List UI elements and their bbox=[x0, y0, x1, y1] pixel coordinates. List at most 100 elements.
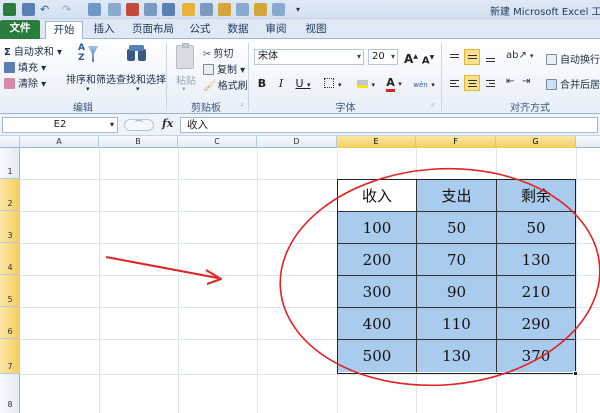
table-cell[interactable]: 130 bbox=[497, 244, 575, 276]
tab-file[interactable]: 文件 bbox=[0, 20, 40, 39]
find-dropdown-arrow[interactable]: ▾ bbox=[136, 85, 140, 93]
table-cell[interactable]: 130 bbox=[417, 340, 497, 372]
align-right-button[interactable] bbox=[482, 75, 498, 91]
format-painter-button[interactable]: 🖌 格式刷 bbox=[203, 77, 248, 92]
fill-handle[interactable] bbox=[573, 371, 578, 376]
table-cell[interactable]: 100 bbox=[338, 212, 417, 244]
table-cell[interactable]: 70 bbox=[417, 244, 497, 276]
column-header-overflow[interactable] bbox=[576, 136, 600, 148]
tab-insert[interactable]: 插入 bbox=[90, 21, 118, 39]
cut-button[interactable]: ✂ 剪切 bbox=[203, 45, 233, 60]
toolbar-icon-8[interactable] bbox=[218, 3, 231, 16]
phonetic-guide-button[interactable]: wén ▾ bbox=[410, 76, 438, 91]
binoculars-icon[interactable] bbox=[126, 45, 148, 63]
toolbar-icon-7[interactable] bbox=[200, 3, 213, 16]
redo-icon[interactable]: ↷ bbox=[62, 3, 75, 16]
toolbar-icon-10[interactable] bbox=[254, 3, 267, 16]
row-header-2[interactable]: 2 bbox=[0, 179, 20, 211]
save-icon[interactable] bbox=[22, 3, 35, 16]
column-header-c[interactable]: C bbox=[178, 136, 257, 148]
shrink-font-button[interactable]: A▼ bbox=[421, 50, 435, 66]
bold-button[interactable]: B bbox=[255, 76, 269, 91]
toolbar-icon-6[interactable] bbox=[182, 3, 195, 16]
font-color-button[interactable]: A ▾ bbox=[383, 75, 405, 92]
orientation-button[interactable]: ab↗ ▾ bbox=[506, 50, 534, 61]
clear-button[interactable]: 清除 ▾ bbox=[4, 75, 46, 90]
column-header-f[interactable]: F bbox=[416, 136, 496, 148]
sort-filter-icon[interactable]: A Z bbox=[78, 43, 100, 65]
toolbar-icon-3[interactable] bbox=[126, 3, 139, 16]
customize-toolbar-icon[interactable]: ▾ bbox=[296, 3, 309, 16]
tab-review[interactable]: 审阅 bbox=[262, 21, 290, 39]
decrease-indent-button[interactable]: ⇤ bbox=[506, 76, 514, 87]
grow-font-button[interactable]: A▲ bbox=[404, 49, 418, 66]
borders-button[interactable]: ▾ bbox=[322, 76, 344, 91]
italic-button[interactable]: I bbox=[274, 76, 288, 91]
font-launcher-icon[interactable]: ⌟ bbox=[431, 99, 434, 107]
clipboard-launcher-icon[interactable]: ⌟ bbox=[240, 99, 243, 107]
table-cell[interactable]: 200 bbox=[338, 244, 417, 276]
table-cell[interactable]: 290 bbox=[497, 308, 575, 340]
tab-data[interactable]: 数据 bbox=[224, 21, 252, 39]
row-header-1[interactable]: 1 bbox=[0, 148, 20, 179]
underline-button[interactable]: U ▾ bbox=[293, 76, 313, 91]
autosum-button[interactable]: Σ 自动求和 ▾ bbox=[4, 43, 62, 58]
merge-center-button[interactable]: 合并后居中 bbox=[546, 76, 600, 91]
header-cell-g2[interactable]: 剩余 bbox=[497, 180, 575, 212]
find-select-button[interactable]: 查找和选择 bbox=[116, 71, 166, 86]
toolbar-icon-1[interactable] bbox=[88, 3, 101, 16]
table-cell[interactable]: 370 bbox=[497, 340, 575, 372]
column-header-b[interactable]: B bbox=[99, 136, 178, 148]
table-cell[interactable]: 300 bbox=[338, 276, 417, 308]
fill-color-button[interactable]: ▾ bbox=[354, 76, 378, 91]
sort-dropdown-arrow[interactable]: ▾ bbox=[86, 85, 90, 93]
column-header-g[interactable]: G bbox=[496, 136, 576, 148]
table-cell[interactable]: 110 bbox=[417, 308, 497, 340]
row-header-3[interactable]: 3 bbox=[0, 211, 20, 243]
font-size-combo[interactable]: 20 ▾ bbox=[368, 49, 398, 65]
font-name-combo[interactable]: 宋体 ▾ bbox=[254, 49, 364, 65]
formula-input[interactable]: 收入 bbox=[180, 117, 598, 133]
column-header-e[interactable]: E bbox=[337, 136, 416, 148]
toolbar-icon-11[interactable] bbox=[272, 3, 285, 16]
align-middle-button[interactable] bbox=[464, 49, 480, 65]
header-cell-f2[interactable]: 支出 bbox=[417, 180, 497, 212]
tab-formulas[interactable]: 公式 bbox=[186, 21, 214, 39]
paste-icon[interactable] bbox=[176, 43, 194, 69]
insert-function-button[interactable]: fx bbox=[162, 117, 173, 130]
toolbar-icon-4[interactable] bbox=[144, 3, 157, 16]
tab-view[interactable]: 视图 bbox=[302, 21, 330, 39]
select-all-corner[interactable] bbox=[0, 136, 20, 148]
row-header-7[interactable]: 7 bbox=[0, 339, 20, 374]
formula-bar-toggle[interactable]: ⌒ bbox=[124, 119, 154, 131]
fill-button[interactable]: 填充 ▾ bbox=[4, 59, 46, 74]
paste-dropdown-arrow[interactable]: ▾ bbox=[182, 85, 186, 93]
table-cell[interactable]: 500 bbox=[338, 340, 417, 372]
toolbar-icon-9[interactable] bbox=[236, 3, 249, 16]
undo-icon[interactable]: ↶ bbox=[40, 3, 53, 16]
copy-button[interactable]: 复制 ▾ bbox=[203, 61, 245, 76]
toolbar-icon-5[interactable] bbox=[162, 3, 175, 16]
table-cell[interactable]: 400 bbox=[338, 308, 417, 340]
align-bottom-button[interactable] bbox=[482, 49, 498, 65]
table-cell[interactable]: 90 bbox=[417, 276, 497, 308]
table-cell[interactable]: 210 bbox=[497, 276, 575, 308]
align-center-button[interactable] bbox=[464, 75, 480, 91]
tab-home[interactable]: 开始 bbox=[45, 21, 83, 39]
align-top-button[interactable] bbox=[446, 49, 462, 65]
column-header-a[interactable]: A bbox=[20, 136, 99, 148]
toolbar-icon-2[interactable] bbox=[108, 3, 121, 16]
sort-filter-button[interactable]: 排序和筛选 bbox=[66, 71, 116, 86]
row-header-8[interactable]: 8 bbox=[0, 374, 20, 413]
header-cell-e2[interactable]: 收入 bbox=[338, 180, 417, 212]
row-header-4[interactable]: 4 bbox=[0, 243, 20, 275]
align-left-button[interactable] bbox=[446, 75, 462, 91]
name-box[interactable]: E2 ▾ bbox=[2, 117, 118, 133]
paste-button[interactable]: 粘贴 bbox=[176, 72, 196, 87]
row-header-5[interactable]: 5 bbox=[0, 275, 20, 307]
table-cell[interactable]: 50 bbox=[497, 212, 575, 244]
table-cell[interactable]: 50 bbox=[417, 212, 497, 244]
row-header-6[interactable]: 6 bbox=[0, 307, 20, 339]
tab-page-layout[interactable]: 页面布局 bbox=[128, 21, 178, 39]
column-header-d[interactable]: D bbox=[257, 136, 337, 148]
